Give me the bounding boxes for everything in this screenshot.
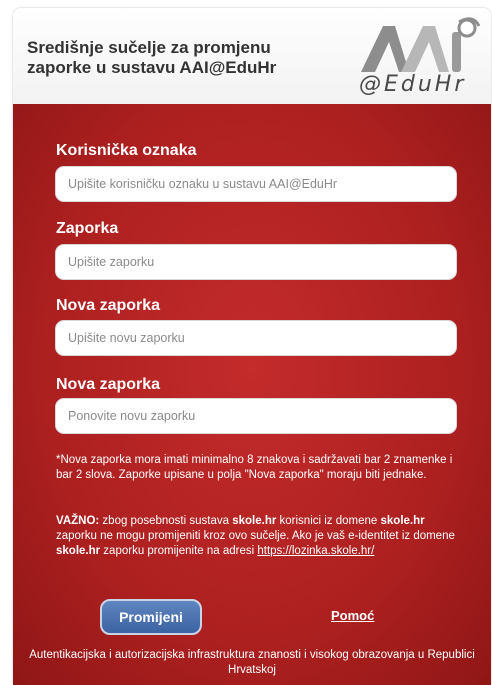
domain-name: skole.hr (56, 545, 101, 557)
username-label: Korisnička oznaka (56, 142, 197, 159)
password-input[interactable] (55, 244, 457, 280)
new-password-label: Nova zaporka (56, 297, 161, 314)
new-password-input[interactable] (55, 320, 457, 356)
lozinka-link[interactable]: https://lozinka.skole.hr/ (257, 545, 374, 557)
important-text-1: zbog posebnosti sustava (99, 515, 233, 527)
footer-text: Autentikacijska i autorizacijska infrast… (29, 649, 475, 676)
important-text-4: zaporku promijenite na adresi (100, 545, 258, 557)
password-requirement-note: *Nova zaporka mora imati minimalno 8 zna… (56, 454, 453, 481)
form-area: Korisnička oznaka Zaporka Nova zaporka N… (13, 104, 491, 685)
important-text-3: zaporku ne mogu promijeniti kroz ovo suč… (56, 530, 455, 542)
important-note: VAŽNO: zbog posebnosti sustava skole.hr … (56, 514, 456, 559)
username-input[interactable] (55, 166, 457, 202)
submit-button[interactable]: Promijeni (100, 599, 202, 635)
logo-text: @EduHr (359, 72, 467, 97)
help-link[interactable]: Pomoć (331, 608, 374, 623)
important-text-2: korisnici iz domene (276, 515, 381, 527)
domain-name: skole.hr (380, 515, 425, 527)
panel-header: Središnje sučelje za promjenu zaporke u … (13, 8, 491, 104)
page-title: Središnje sučelje za promjenu zaporke u … (27, 38, 277, 77)
password-label: Zaporka (56, 220, 119, 237)
important-label: VAŽNO: (56, 515, 100, 527)
domain-name: skole.hr (232, 515, 277, 527)
repeat-password-label: Nova zaporka (56, 376, 161, 393)
repeat-password-input[interactable] (55, 398, 457, 434)
password-change-panel: Središnje sučelje za promjenu zaporke u … (13, 8, 491, 685)
